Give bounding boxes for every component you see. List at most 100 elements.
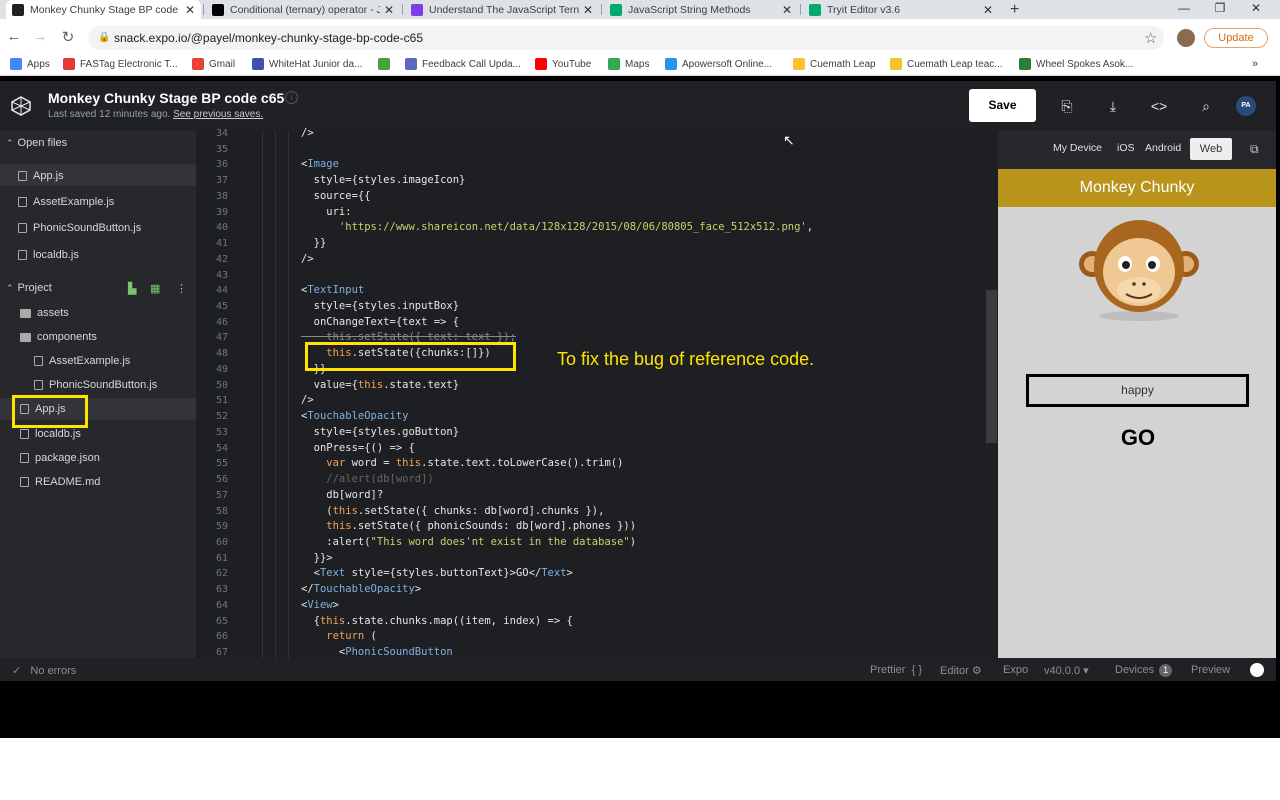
export-icon[interactable]: ⎘ <box>1057 96 1077 116</box>
bookmark-item[interactable]: YouTube <box>535 58 591 70</box>
line-number: 57 <box>215 489 228 501</box>
search-icon[interactable]: ⌕ <box>1196 96 1216 116</box>
bookmark-label: Wheel Spokes Asok... <box>1036 58 1134 70</box>
preview-toggle[interactable] <box>1250 663 1264 677</box>
bookmark-item[interactable]: Apps <box>10 58 50 70</box>
bookmarks-overflow-icon[interactable]: » <box>1252 58 1258 70</box>
download-icon[interactable]: ⤓ <box>1103 96 1123 116</box>
bookmark-item[interactable]: Maps <box>608 58 649 70</box>
code-line[interactable]: <Image <box>301 158 339 170</box>
gear-icon: ⚙ <box>971 665 982 677</box>
screenshot-frame: Monkey Chunky Stage BP code c ✕ Conditiona… <box>0 0 1280 738</box>
bookmark-label: Apowersoft Online... <box>682 58 773 70</box>
tab-title: Monkey Chunky Stage BP code c <box>30 3 181 16</box>
update-button[interactable]: Update <box>1204 28 1268 48</box>
code-line[interactable]: onPress={() => { <box>301 442 415 454</box>
indent-guide <box>262 131 263 658</box>
preview-label[interactable]: Preview <box>1191 664 1230 676</box>
code-line[interactable]: (this.setState({ chunks: db[word].chunks… <box>301 505 604 517</box>
editor-scrollbar[interactable] <box>986 290 997 443</box>
sdk-version-select[interactable]: v40.0.0 ▾ <box>1044 664 1089 677</box>
code-line[interactable]: <TouchableOpacity <box>301 410 408 422</box>
browser-tab[interactable]: JavaScript String Methods ✕ <box>604 0 798 19</box>
close-tab-icon[interactable]: ✕ <box>782 3 792 17</box>
url-text[interactable]: snack.expo.io/@payel/monkey-chunky-stage… <box>114 31 423 45</box>
line-number: 39 <box>215 206 228 218</box>
browser-tab[interactable]: Conditional (ternary) operator - J ✕ <box>206 0 400 19</box>
bookmark-item[interactable]: Feedback Call Upda... <box>405 58 521 70</box>
close-tab-icon[interactable]: ✕ <box>983 3 993 17</box>
bookmark-item[interactable]: Wheel Spokes Asok... <box>1019 58 1133 70</box>
browser-tab[interactable]: Tryit Editor v3.6 ✕ <box>803 0 999 19</box>
bookmark-item[interactable]: Cuemath Leap <box>793 58 876 70</box>
code-line[interactable]: :alert("This word does'nt exist in the d… <box>301 536 636 548</box>
user-avatar[interactable]: PA <box>1236 96 1256 116</box>
bookmark-item[interactable]: Cuemath Leap teac... <box>890 58 1003 70</box>
close-tab-icon[interactable]: ✕ <box>185 3 195 17</box>
devices-button[interactable]: Devices 1 <box>1115 664 1173 677</box>
tab-my-device[interactable]: My Device <box>1053 142 1102 154</box>
info-icon[interactable]: i <box>285 91 298 104</box>
code-line[interactable]: 'https://www.shareicon.net/data/128x128/… <box>301 221 813 233</box>
close-tab-icon[interactable]: ✕ <box>384 3 394 17</box>
back-icon[interactable]: ← <box>4 28 24 45</box>
close-tab-icon[interactable]: ✕ <box>583 3 593 17</box>
code-line[interactable]: onChangeText={text => { <box>301 316 459 328</box>
code-line[interactable]: /> <box>301 253 314 265</box>
bookmark-item[interactable]: FASTag Electronic T... <box>63 58 178 70</box>
code-line[interactable]: db[word]? <box>301 489 383 501</box>
code-line[interactable]: <View> <box>301 599 339 611</box>
code-line[interactable]: this.setState({ phonicSounds: db[word].p… <box>301 520 636 532</box>
code-line[interactable]: style={styles.goButton} <box>301 426 459 438</box>
profile-avatar[interactable] <box>1177 29 1195 47</box>
save-button[interactable]: Save <box>969 89 1036 122</box>
bookmark-item[interactable]: Gmail <box>192 58 235 70</box>
tab-separator <box>203 4 204 15</box>
open-external-icon[interactable]: ⧉ <box>1250 142 1259 157</box>
file-highlight-box <box>12 395 88 428</box>
see-previous-saves-link[interactable]: See previous saves. <box>173 109 263 120</box>
code-line[interactable]: value={this.state.text} <box>301 379 459 391</box>
restore-icon[interactable]: ❐ <box>1202 0 1238 19</box>
code-line[interactable]: <PhonicSoundButton <box>301 646 453 658</box>
code-line[interactable]: source={{ <box>301 190 371 202</box>
browser-tab[interactable]: Monkey Chunky Stage BP code c ✕ <box>6 0 201 19</box>
code-line[interactable]: /> <box>301 127 314 139</box>
line-number: 54 <box>215 442 228 454</box>
word-input[interactable]: happy <box>1026 374 1249 407</box>
tab-android[interactable]: Android <box>1145 142 1181 154</box>
code-line[interactable]: }} <box>301 237 327 249</box>
indent-guide <box>275 131 276 658</box>
bookmark-item[interactable]: WhiteHat Junior da... <box>252 58 362 70</box>
editor-settings[interactable]: Editor ⚙ <box>940 664 982 677</box>
forward-icon[interactable]: → <box>30 28 50 45</box>
no-errors-status[interactable]: ✓ No errors <box>12 664 76 677</box>
minimize-icon[interactable]: — <box>1166 0 1202 19</box>
code-line[interactable]: style={styles.inputBox} <box>301 300 459 312</box>
code-line[interactable]: //alert(db[word]) <box>301 473 433 485</box>
code-line[interactable]: /> <box>301 394 314 406</box>
bookmark-item[interactable]: Apowersoft Online... <box>665 58 772 70</box>
browser-tab[interactable]: Understand The JavaScript Terna ✕ <box>405 0 599 19</box>
tab-web[interactable]: Web <box>1190 138 1232 160</box>
project-title[interactable]: Monkey Chunky Stage BP code c65 <box>48 90 284 106</box>
code-line[interactable]: {this.state.chunks.map((item, index) => … <box>301 615 573 627</box>
code-line[interactable]: uri: <box>301 206 351 218</box>
code-line[interactable]: return ( <box>301 630 377 642</box>
code-line[interactable]: <Text style={styles.buttonText}>GO</Text… <box>301 567 573 579</box>
tab-ios[interactable]: iOS <box>1117 142 1135 154</box>
code-line[interactable]: style={styles.imageIcon} <box>301 174 466 186</box>
code-line[interactable]: <TextInput <box>301 284 364 296</box>
code-line[interactable]: }}> <box>301 552 333 564</box>
new-tab-button[interactable]: + <box>1004 0 1030 19</box>
prettier-toggle[interactable]: Prettier { } <box>870 664 922 676</box>
close-window-icon[interactable]: ✕ <box>1238 0 1274 19</box>
code-line[interactable]: var word = this.state.text.toLowerCase()… <box>301 457 623 469</box>
bookmark-star-icon[interactable]: ☆ <box>1144 29 1157 47</box>
reload-icon[interactable]: ↻ <box>58 28 78 46</box>
embed-code-icon[interactable]: <> <box>1149 96 1169 116</box>
bookmark-item[interactable] <box>378 58 395 70</box>
expo-label[interactable]: Expo <box>1003 664 1028 676</box>
go-button[interactable]: GO <box>1098 425 1178 457</box>
code-line[interactable]: </TouchableOpacity> <box>301 583 421 595</box>
